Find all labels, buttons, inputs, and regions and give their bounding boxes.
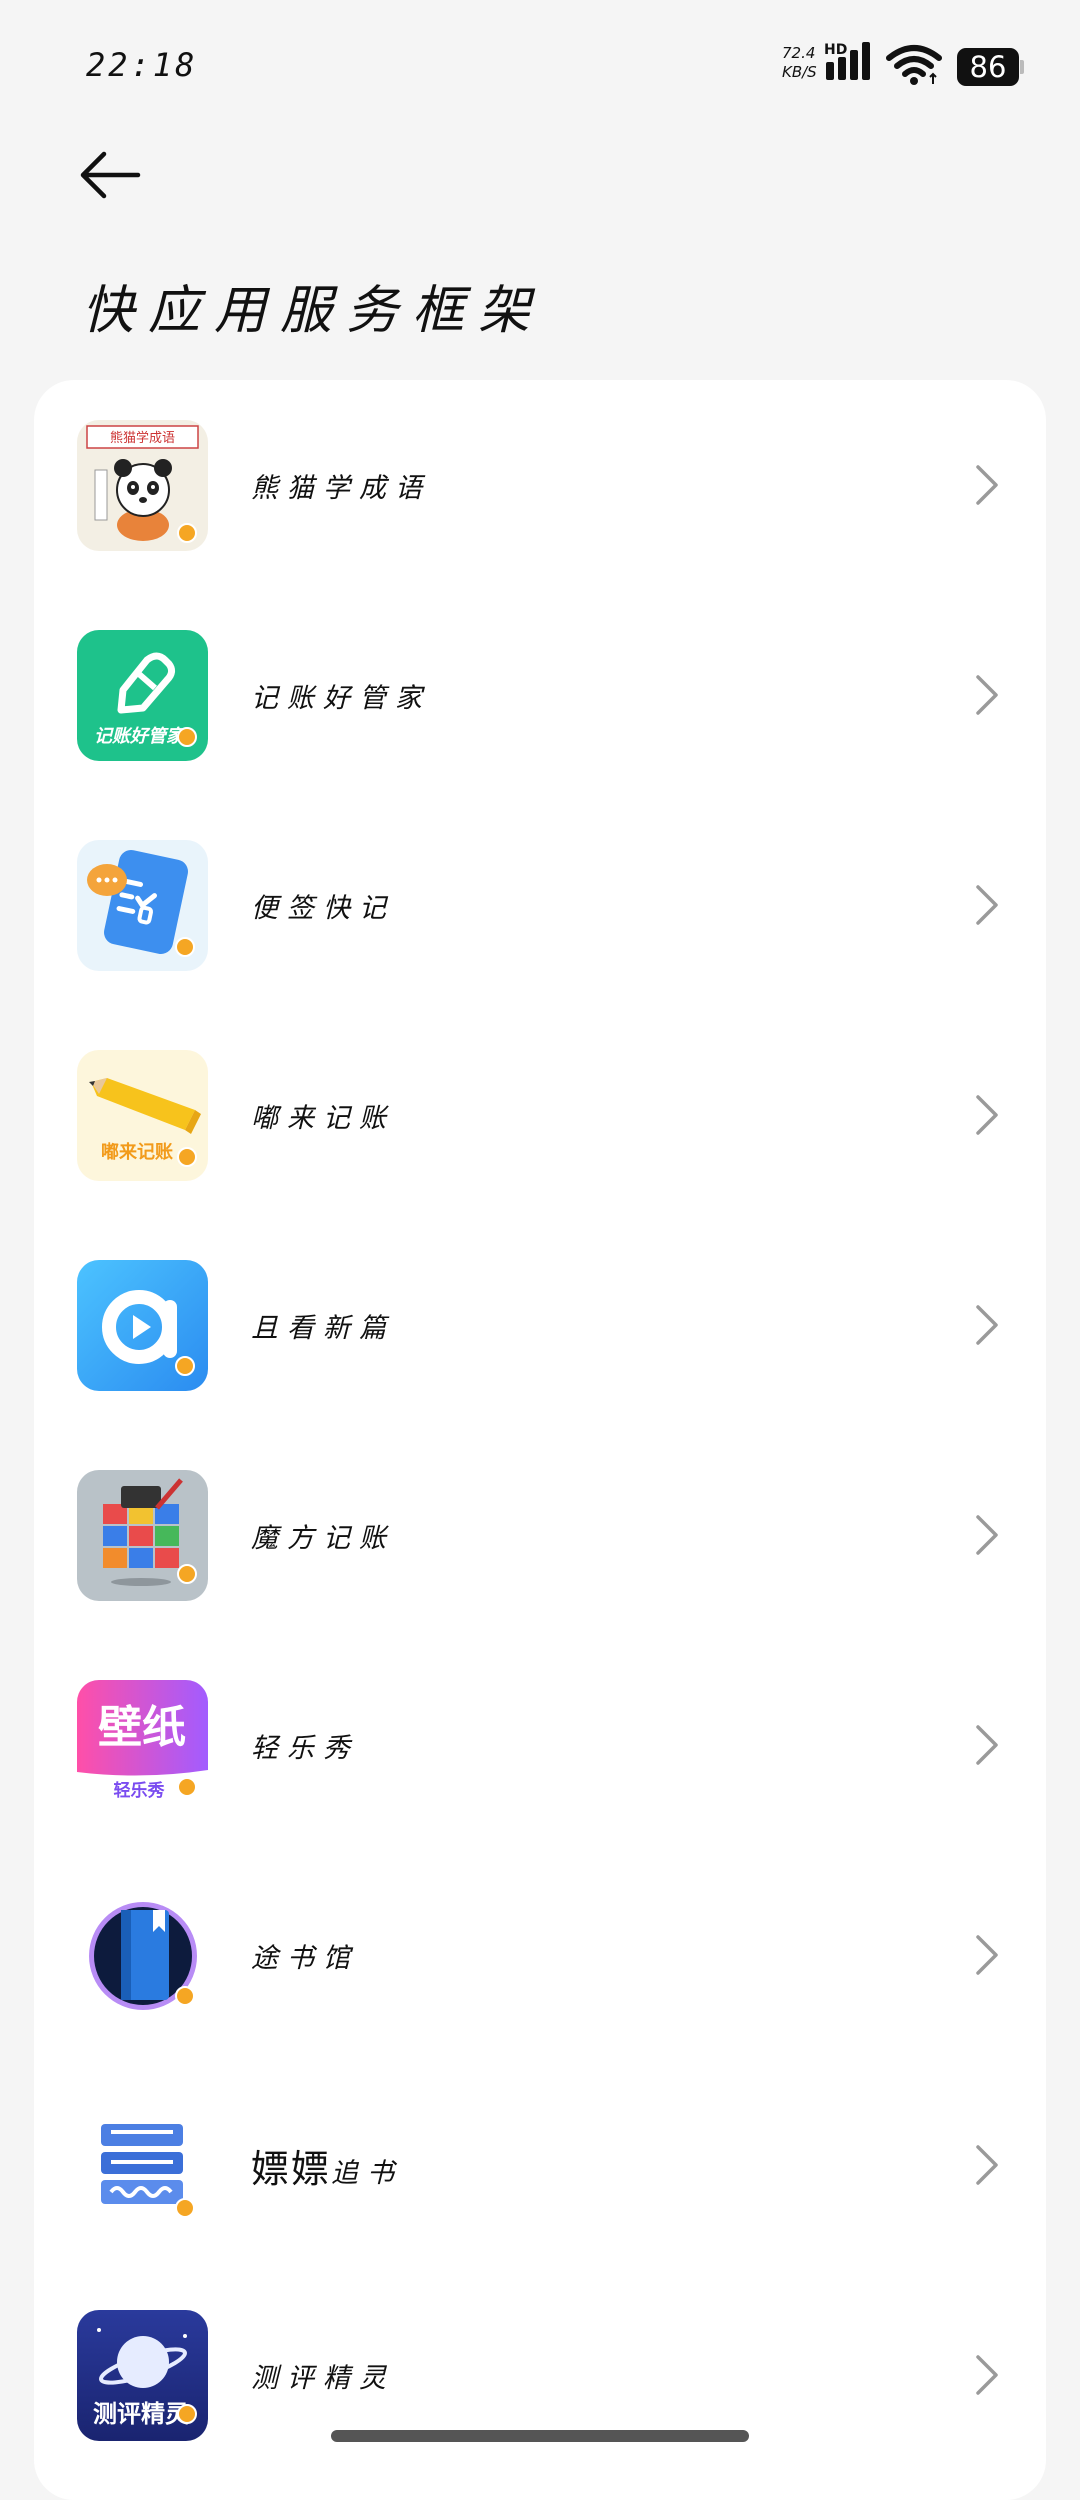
app-item-evaluation-sprite[interactable]: 测评精灵 测评精灵: [34, 2270, 1046, 2480]
svg-text:壁纸: 壁纸: [98, 1702, 186, 1753]
svg-text:记账好管家: 记账好管家: [94, 726, 187, 747]
svg-text:熊猫学成语: 熊猫学成语: [110, 430, 175, 446]
app-name: 魔方记账: [251, 1522, 395, 1554]
app-item-bookkeeping-butler[interactable]: 记账好管家 记账好管家: [34, 590, 1046, 800]
app-item-chase-books[interactable]: 嫖嫖追书: [34, 2060, 1046, 2270]
chevron-right-icon: [976, 2355, 998, 2395]
chevron-right-icon: [976, 1935, 998, 1975]
cellular-signal-icon: HD: [824, 40, 880, 86]
status-bar: 22:18 72.4 KB/S HD 86: [0, 0, 1080, 130]
wifi-icon: [885, 44, 943, 88]
svg-text:嘟来记账: 嘟来记账: [101, 1142, 173, 1163]
battery-icon: 86: [957, 48, 1019, 86]
app-item-quick-notes[interactable]: 便签快记: [34, 800, 1046, 1010]
pencil-icon: 嘟来记账: [77, 1049, 208, 1181]
app-name: 轻乐秀: [251, 1732, 359, 1764]
arrow-left-icon: [80, 151, 141, 199]
chevron-right-icon: [976, 675, 998, 715]
app-name: 记账好管家: [251, 682, 431, 714]
rubiks-cube-icon: [77, 1469, 208, 1601]
chevron-right-icon: [976, 1725, 998, 1765]
app-list: 熊猫学成语 熊猫学成语 记账好管家 记账好管家 便签快记 嘟来记账 嘟来记账 且…: [34, 380, 1046, 2500]
chevron-right-icon: [976, 885, 998, 925]
svg-text:轻乐秀: 轻乐秀: [114, 1780, 165, 1801]
app-name: 嘟来记账: [251, 1102, 395, 1134]
app-item-light-music-show[interactable]: 壁纸 轻乐秀 轻乐秀: [34, 1640, 1046, 1850]
app-name: 途书馆: [251, 1942, 359, 1974]
chevron-right-icon: [976, 1095, 998, 1135]
chevron-right-icon: [976, 1305, 998, 1345]
chevron-right-icon: [976, 1515, 998, 1555]
app-item-cube-accounting[interactable]: 魔方记账: [34, 1430, 1046, 1640]
app-name: 便签快记: [251, 892, 395, 924]
panda-idiom-icon: 熊猫学成语: [77, 419, 208, 551]
app-item-new-chapter[interactable]: 且看新篇: [34, 1220, 1046, 1430]
planet-icon: 测评精灵: [77, 2309, 208, 2441]
book-circle-icon: [77, 1889, 208, 2021]
chevron-right-icon: [976, 2145, 998, 2185]
app-name: 嫖嫖追书: [251, 2146, 404, 2191]
chevron-right-icon: [976, 465, 998, 505]
app-name: 且看新篇: [251, 1312, 395, 1344]
app-name: 熊猫学成语: [251, 472, 431, 504]
play-circle-icon: [77, 1259, 208, 1391]
pencil-ledger-icon: 记账好管家: [77, 629, 208, 761]
home-indicator[interactable]: [331, 2430, 749, 2442]
svg-text:测评精灵: 测评精灵: [93, 2400, 189, 2428]
wallpaper-icon: 壁纸 轻乐秀: [77, 1679, 208, 1811]
status-time: 22:18: [86, 46, 198, 84]
battery-tip: [1020, 60, 1024, 74]
book-stack-icon: [77, 2099, 208, 2231]
app-name: 测评精灵: [251, 2362, 395, 2394]
app-item-dulai-accounting[interactable]: 嘟来记账 嘟来记账: [34, 1010, 1046, 1220]
notepad-icon: [77, 839, 208, 971]
app-item-book-hall[interactable]: 途书馆: [34, 1850, 1046, 2060]
back-button[interactable]: [70, 140, 150, 210]
page-title: 快应用服务框架: [82, 281, 545, 341]
network-type: HD: [824, 42, 847, 58]
app-item-panda-idiom[interactable]: 熊猫学成语 熊猫学成语: [34, 380, 1046, 590]
network-speed: 72.4 KB/S: [782, 44, 817, 81]
